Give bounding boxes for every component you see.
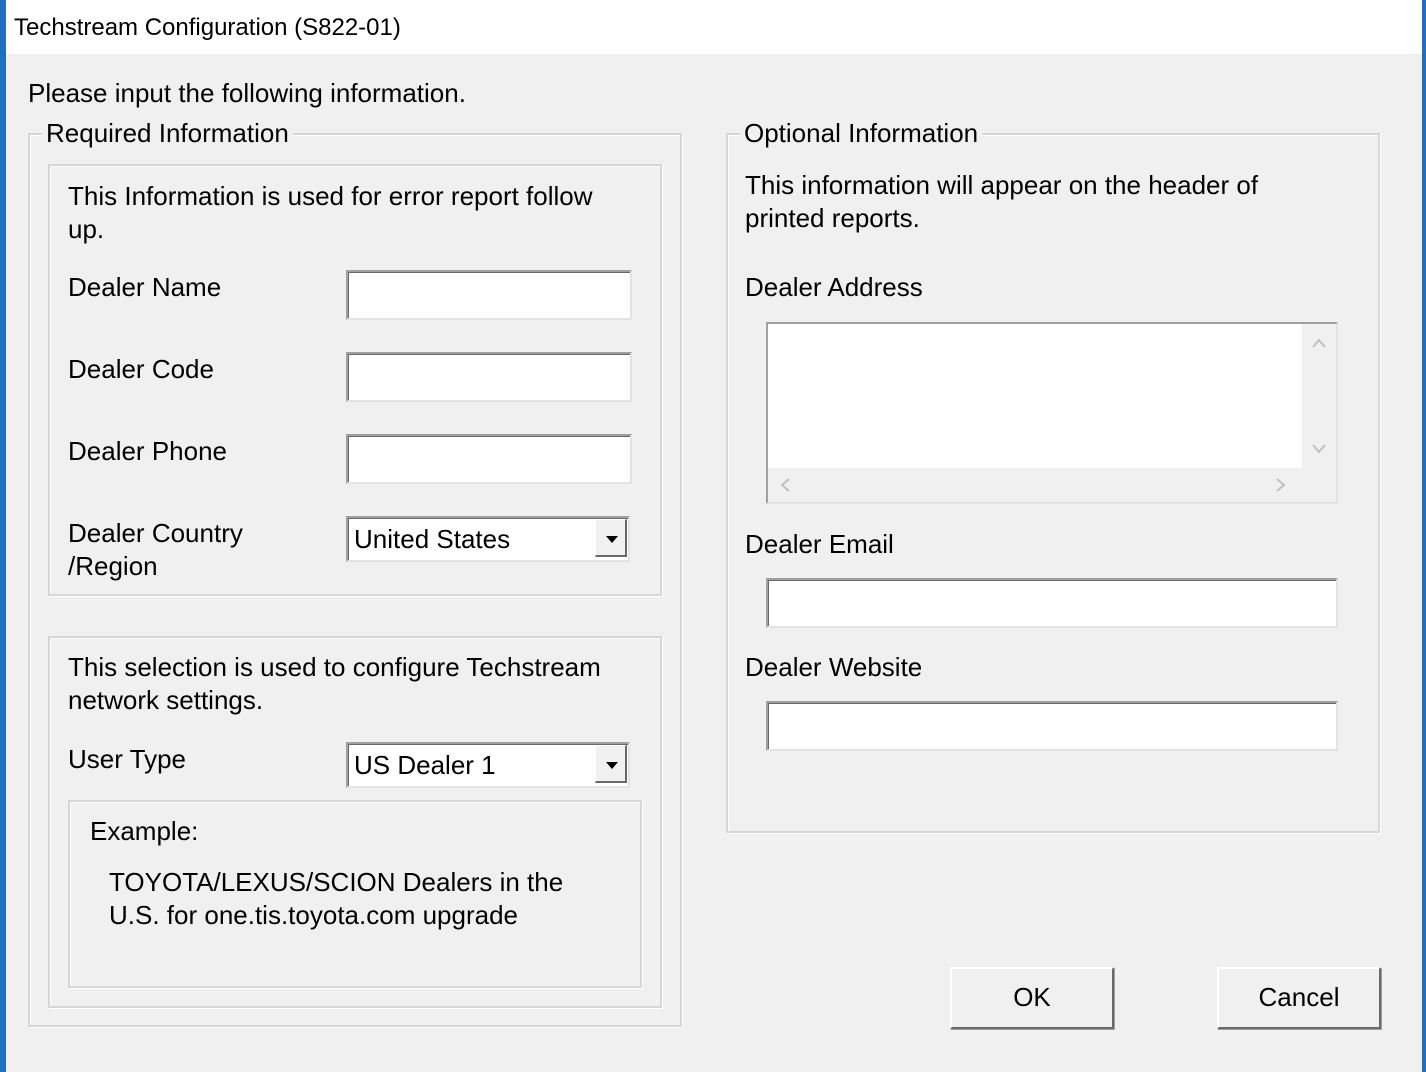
chevron-down-icon	[606, 762, 618, 769]
config-dialog: Techstream Configuration (S822-01) Pleas…	[6, 0, 1422, 1072]
chevron-left-icon[interactable]	[780, 478, 790, 492]
dealer-address-label: Dealer Address	[745, 272, 923, 302]
user-type-label: User Type	[68, 744, 187, 774]
horizontal-scrollbar[interactable]	[768, 468, 1302, 502]
dealer-country-select[interactable]: United States	[346, 516, 630, 562]
ok-button[interactable]: OK	[950, 967, 1114, 1029]
dealer-code-label: Dealer Code	[68, 354, 214, 384]
dealer-website-input[interactable]	[766, 701, 1338, 751]
dealer-country-value: United States	[354, 524, 511, 554]
cancel-button[interactable]: Cancel	[1217, 967, 1381, 1029]
scrollbar-corner	[1302, 468, 1336, 502]
user-type-dropdown-button[interactable]	[595, 745, 627, 783]
dealer-phone-input[interactable]	[346, 434, 632, 484]
example-title: Example:	[90, 816, 199, 846]
dealer-address-textarea[interactable]	[766, 322, 1338, 504]
user-type-value: US Dealer 1	[354, 750, 496, 780]
user-type-select[interactable]: US Dealer 1	[346, 742, 630, 788]
instruction-text: Please input the following information.	[28, 78, 466, 108]
dealer-country-dropdown-button[interactable]	[595, 519, 627, 557]
optional-info-note: This information will appear on the head…	[745, 170, 1259, 233]
title-bar[interactable]: Techstream Configuration (S822-01)	[6, 0, 1422, 54]
error-report-note: This Information is used for error repor…	[68, 181, 593, 244]
optional-info-legend: Optional Information	[740, 118, 983, 148]
dealer-email-input[interactable]	[766, 578, 1338, 628]
dealer-phone-label: Dealer Phone	[68, 436, 227, 466]
dealer-website-label: Dealer Website	[745, 652, 923, 682]
chevron-up-icon[interactable]	[1312, 338, 1326, 348]
dealer-email-label: Dealer Email	[745, 529, 894, 559]
dealer-code-input[interactable]	[346, 352, 632, 402]
chevron-down-icon[interactable]	[1312, 444, 1326, 454]
chevron-down-icon	[606, 536, 618, 543]
dealer-region-label: /Region	[68, 551, 158, 581]
dealer-country-label: Dealer Country	[68, 518, 243, 548]
chevron-right-icon[interactable]	[1276, 478, 1286, 492]
dealer-name-input[interactable]	[346, 270, 632, 320]
network-settings-note: This selection is used to configure Tech…	[68, 652, 601, 715]
dealer-name-label: Dealer Name	[68, 272, 222, 302]
example-text: TOYOTA/LEXUS/SCION Dealers in the U.S. f…	[109, 867, 564, 930]
vertical-scrollbar[interactable]	[1302, 324, 1336, 468]
required-info-legend: Required Information	[42, 118, 293, 148]
window-title: Techstream Configuration (S822-01)	[14, 14, 401, 41]
